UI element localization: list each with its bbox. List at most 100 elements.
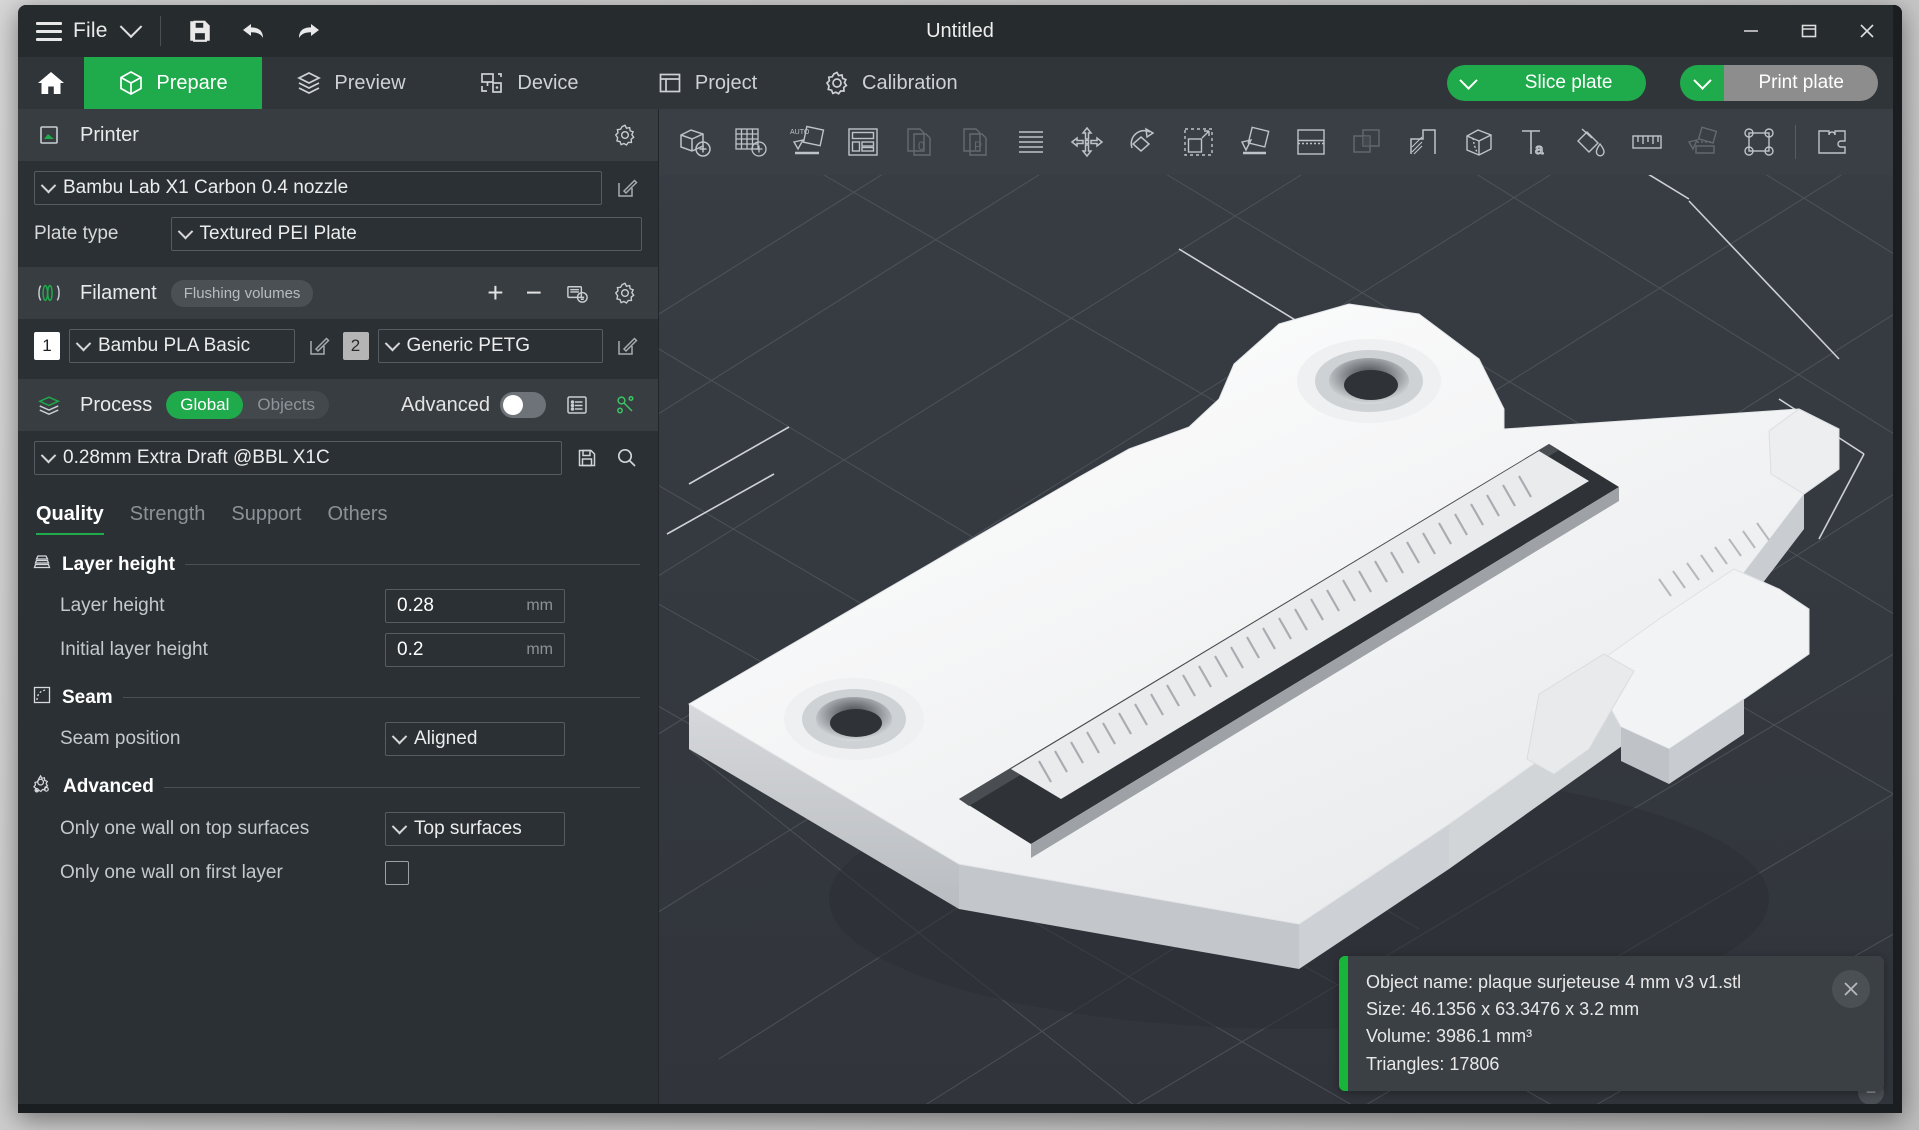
group-advanced: Advanced bbox=[18, 761, 658, 807]
group-divider bbox=[184, 564, 640, 565]
home-icon[interactable] bbox=[18, 57, 84, 109]
slice-plate-button[interactable]: Slice plate bbox=[1490, 65, 1647, 101]
object-volume-line: Volume: 3986.1 mm³ bbox=[1366, 1026, 1533, 1047]
print-plate-dropdown[interactable] bbox=[1680, 65, 1725, 101]
project-icon bbox=[657, 70, 683, 96]
move-icon[interactable] bbox=[1059, 109, 1115, 175]
save-icon[interactable] bbox=[173, 5, 227, 57]
plate-type-select[interactable]: Textured PEI Plate bbox=[170, 217, 642, 251]
advanced-toggle-group: Advanced bbox=[401, 392, 546, 418]
tab-preview[interactable]: Preview bbox=[262, 57, 440, 109]
hamburger-icon[interactable] bbox=[36, 21, 62, 41]
measure-icon[interactable] bbox=[1619, 109, 1675, 175]
slice-plate-dropdown[interactable] bbox=[1446, 65, 1491, 101]
process-scope-toggle: Global Objects bbox=[166, 391, 330, 419]
arrange-layout-icon[interactable] bbox=[835, 109, 891, 175]
list-view-icon[interactable] bbox=[560, 388, 594, 422]
group-divider bbox=[122, 697, 640, 698]
print-plate-button[interactable]: Print plate bbox=[1724, 65, 1878, 101]
option-layer-height-label: Layer height bbox=[60, 595, 165, 616]
object-info-accent-bar bbox=[1339, 955, 1348, 1091]
add-filament-button[interactable]: + bbox=[483, 279, 507, 307]
tab-support[interactable]: Support bbox=[231, 503, 301, 535]
filament-slot-1-value: Bambu PLA Basic bbox=[98, 335, 251, 356]
main-navigation-bar: Prepare Preview Device Project Calibrati… bbox=[18, 57, 1902, 109]
scope-global-button[interactable]: Global bbox=[166, 391, 244, 419]
seam-position-select[interactable]: Aligned bbox=[385, 722, 565, 756]
tab-prepare[interactable]: Prepare bbox=[84, 57, 262, 109]
process-preset-select[interactable]: 0.28mm Extra Draft @BBL X1C bbox=[34, 441, 562, 475]
initial-layer-height-input[interactable]: 0.2 mm bbox=[385, 633, 565, 667]
process-section-header: Process Global Objects Advanced bbox=[18, 379, 658, 431]
scope-objects-button[interactable]: Objects bbox=[243, 391, 329, 419]
simplify-mesh-icon[interactable] bbox=[1731, 109, 1787, 175]
rotate-icon[interactable] bbox=[1115, 109, 1171, 175]
group-divider bbox=[163, 786, 640, 788]
printer-settings-gear-icon[interactable] bbox=[608, 118, 642, 152]
edit-filament-2-icon[interactable] bbox=[612, 331, 642, 361]
text-emboss-icon[interactable]: a bbox=[1507, 109, 1563, 175]
assembly-icon[interactable] bbox=[1675, 109, 1731, 175]
maximize-button[interactable] bbox=[1780, 5, 1838, 57]
chevron-down-icon[interactable] bbox=[108, 5, 154, 57]
add-object-icon[interactable] bbox=[667, 109, 723, 175]
filament-icon bbox=[32, 276, 66, 310]
advanced-toggle-label: Advanced bbox=[401, 393, 490, 416]
option-one-wall-top-surfaces: Only one wall on top surfaces Top surfac… bbox=[18, 807, 658, 851]
tab-device[interactable]: Device bbox=[440, 57, 618, 109]
close-button[interactable] bbox=[1838, 5, 1896, 57]
seam-painting-icon[interactable] bbox=[1451, 109, 1507, 175]
filament-section-header: Filament Flushing volumes + − bbox=[18, 267, 658, 319]
one-wall-first-layer-checkbox[interactable] bbox=[385, 861, 409, 885]
remove-filament-button[interactable]: − bbox=[522, 279, 546, 307]
copy-object-icon[interactable]: 0 bbox=[891, 109, 947, 175]
undo-icon[interactable] bbox=[227, 5, 281, 57]
assemble-view-icon[interactable] bbox=[1804, 109, 1860, 175]
flushing-volumes-button[interactable]: Flushing volumes bbox=[170, 279, 314, 307]
filament-slot-2-select[interactable]: Generic PETG bbox=[377, 329, 603, 363]
tab-others[interactable]: Others bbox=[327, 503, 387, 535]
printer-select[interactable]: Bambu Lab X1 Carbon 0.4 nozzle bbox=[34, 171, 602, 205]
svg-text:a: a bbox=[1535, 141, 1544, 158]
option-one-wall-first-layer-label: Only one wall on first layer bbox=[60, 862, 283, 883]
process-panel: 0.28mm Extra Draft @BBL X1C bbox=[18, 431, 658, 491]
scale-icon[interactable] bbox=[1171, 109, 1227, 175]
save-preset-icon[interactable] bbox=[572, 443, 602, 473]
variable-layer-height-icon[interactable] bbox=[1003, 109, 1059, 175]
filament-settings-gear-icon[interactable] bbox=[608, 276, 642, 310]
support-painting-icon[interactable] bbox=[1395, 109, 1451, 175]
add-plate-icon[interactable] bbox=[723, 109, 779, 175]
redo-icon[interactable] bbox=[281, 5, 335, 57]
file-menu-label[interactable]: File bbox=[73, 19, 108, 43]
filament-slot-1-select[interactable]: Bambu PLA Basic bbox=[69, 329, 295, 363]
place-on-face-icon[interactable] bbox=[1227, 109, 1283, 175]
compare-presets-icon[interactable] bbox=[608, 388, 642, 422]
desktop-background: File Untitled Prepare Preview Device Pro… bbox=[0, 0, 1919, 1130]
filament-slot-2-value: Generic PETG bbox=[406, 335, 531, 356]
tab-project[interactable]: Project bbox=[618, 57, 796, 109]
main-body: Printer Bambu Lab X1 Carbon 0.4 nozzle P… bbox=[18, 109, 1902, 1113]
initial-layer-height-value: 0.2 bbox=[397, 639, 424, 660]
layer-height-input[interactable]: 0.28 mm bbox=[385, 589, 565, 623]
edit-filament-1-icon[interactable] bbox=[304, 331, 334, 361]
cut-icon[interactable] bbox=[1283, 109, 1339, 175]
advanced-toggle[interactable] bbox=[500, 392, 546, 418]
tab-quality[interactable]: Quality bbox=[36, 503, 104, 535]
one-wall-top-surfaces-select[interactable]: Top surfaces bbox=[385, 812, 565, 846]
filament-slot-2-index[interactable]: 2 bbox=[342, 332, 369, 360]
filament-slot-1-index[interactable]: 1 bbox=[34, 332, 60, 360]
printer-icon bbox=[32, 118, 66, 152]
minimize-button[interactable] bbox=[1722, 5, 1780, 57]
search-preset-icon[interactable] bbox=[612, 443, 642, 473]
mesh-boolean-icon[interactable] bbox=[1339, 109, 1395, 175]
close-icon[interactable] bbox=[1832, 969, 1870, 1008]
edit-printer-icon[interactable] bbox=[612, 173, 642, 203]
tab-calibration[interactable]: Calibration bbox=[796, 57, 986, 109]
3d-viewport[interactable]: AUTO 0 P a Object name: plaque surjeteus… bbox=[659, 109, 1902, 1113]
sync-filament-icon[interactable] bbox=[560, 276, 594, 310]
auto-arrange-icon[interactable]: AUTO bbox=[779, 109, 835, 175]
paste-object-icon[interactable]: P bbox=[947, 109, 1003, 175]
print-plate-split-button: Print plate bbox=[1680, 65, 1878, 101]
color-painting-icon[interactable] bbox=[1563, 109, 1619, 175]
tab-strength[interactable]: Strength bbox=[130, 503, 206, 535]
